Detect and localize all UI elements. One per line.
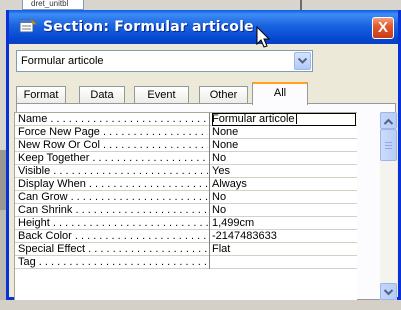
property-value[interactable]: Flat (212, 243, 356, 256)
property-value[interactable]: Always (212, 178, 356, 191)
section-selector-value: Formular articole (21, 55, 104, 67)
section-selector[interactable]: Formular articole (16, 50, 313, 72)
mouse-pointer-icon (256, 26, 271, 48)
chevron-down-icon (384, 289, 393, 296)
property-row[interactable]: Height . . . . . . . . . . . . . . . . .… (15, 217, 357, 230)
tab-format[interactable]: Format (16, 86, 66, 104)
property-name: Keep Together . . . . . . . . . . . . . … (18, 152, 208, 164)
property-name: Name . . . . . . . . . . . . . . . . . .… (18, 113, 208, 125)
tab-all[interactable]: All (252, 82, 308, 105)
background-statusbar (0, 300, 401, 310)
column-divider (209, 152, 210, 165)
title-bar[interactable]: Section: Formular articole X (9, 10, 398, 44)
column-divider (209, 230, 210, 243)
column-divider (209, 217, 210, 230)
property-name: New Row Or Col . . . . . . . . . . . . .… (18, 139, 208, 151)
property-value[interactable]: No (212, 191, 356, 204)
tab-strip: Format Data Event Other All (16, 82, 396, 105)
property-value[interactable]: -2147483633 (212, 230, 356, 243)
scroll-down-button[interactable] (380, 283, 397, 300)
section-selector-dropdown-button[interactable] (294, 52, 311, 70)
property-value[interactable]: Yes (212, 165, 356, 178)
property-name: Force New Page . . . . . . . . . . . . .… (18, 126, 208, 138)
property-value[interactable]: No (212, 152, 356, 165)
property-grid-scrollbar[interactable] (380, 112, 397, 300)
column-divider (209, 139, 210, 152)
property-row[interactable]: Back Color . . . . . . . . . . . . . . .… (15, 230, 357, 243)
property-name: Can Shrink . . . . . . . . . . . . . . .… (18, 204, 208, 216)
property-row[interactable]: Can Shrink . . . . . . . . . . . . . . .… (15, 204, 357, 217)
chevron-down-icon (298, 58, 307, 64)
property-row[interactable]: New Row Or Col . . . . . . . . . . . . .… (15, 139, 357, 152)
property-name: Display When . . . . . . . . . . . . . .… (18, 178, 208, 190)
property-value[interactable]: Formular articole (212, 113, 356, 126)
property-name: Height . . . . . . . . . . . . . . . . .… (18, 217, 208, 229)
property-value[interactable]: 1,499cm (212, 217, 356, 230)
property-row[interactable]: Visible . . . . . . . . . . . . . . . . … (15, 165, 357, 178)
property-value[interactable]: None (212, 139, 356, 152)
scroll-thumb[interactable] (380, 129, 397, 161)
tab-event[interactable]: Event (134, 86, 189, 104)
property-row[interactable]: Display When . . . . . . . . . . . . . .… (15, 178, 357, 191)
property-name: Can Grow . . . . . . . . . . . . . . . .… (18, 191, 208, 203)
properties-sheet-icon (19, 18, 37, 33)
tab-other[interactable]: Other (199, 86, 248, 104)
column-divider (209, 165, 210, 178)
column-divider (209, 126, 210, 139)
property-name: Back Color . . . . . . . . . . . . . . .… (18, 230, 208, 242)
property-row[interactable]: Force New Page . . . . . . . . . . . . .… (15, 126, 357, 139)
column-divider (209, 191, 210, 204)
column-divider (209, 113, 210, 126)
window-title: Section: Formular articole (43, 19, 254, 35)
property-name: Visible . . . . . . . . . . . . . . . . … (18, 165, 208, 177)
background-field: dret_unitbl (22, 0, 84, 10)
property-row[interactable]: Tag . . . . . . . . . . . . . . . . . . … (15, 256, 357, 269)
tab-data[interactable]: Data (79, 86, 125, 104)
chevron-up-icon (384, 118, 393, 125)
property-grid: Name . . . . . . . . . . . . . . . . . .… (14, 112, 357, 300)
property-row[interactable]: Special Effect . . . . . . . . . . . . .… (15, 243, 357, 256)
column-divider (209, 204, 210, 217)
background-divider (300, 0, 302, 10)
property-name: Special Effect . . . . . . . . . . . . .… (18, 243, 208, 255)
property-row[interactable]: Can Grow . . . . . . . . . . . . . . . .… (15, 191, 357, 204)
column-divider (209, 178, 210, 191)
text-caret (295, 113, 297, 124)
property-value[interactable]: None (212, 126, 356, 139)
column-divider (209, 243, 210, 256)
property-row[interactable]: Keep Together . . . . . . . . . . . . . … (15, 152, 357, 165)
close-button[interactable]: X (372, 17, 394, 39)
property-value[interactable]: No (212, 204, 356, 217)
scroll-up-button[interactable] (380, 112, 397, 129)
column-divider (209, 256, 210, 269)
property-row[interactable]: Name . . . . . . . . . . . . . . . . . .… (15, 113, 357, 126)
property-name: Tag . . . . . . . . . . . . . . . . . . … (18, 256, 208, 268)
